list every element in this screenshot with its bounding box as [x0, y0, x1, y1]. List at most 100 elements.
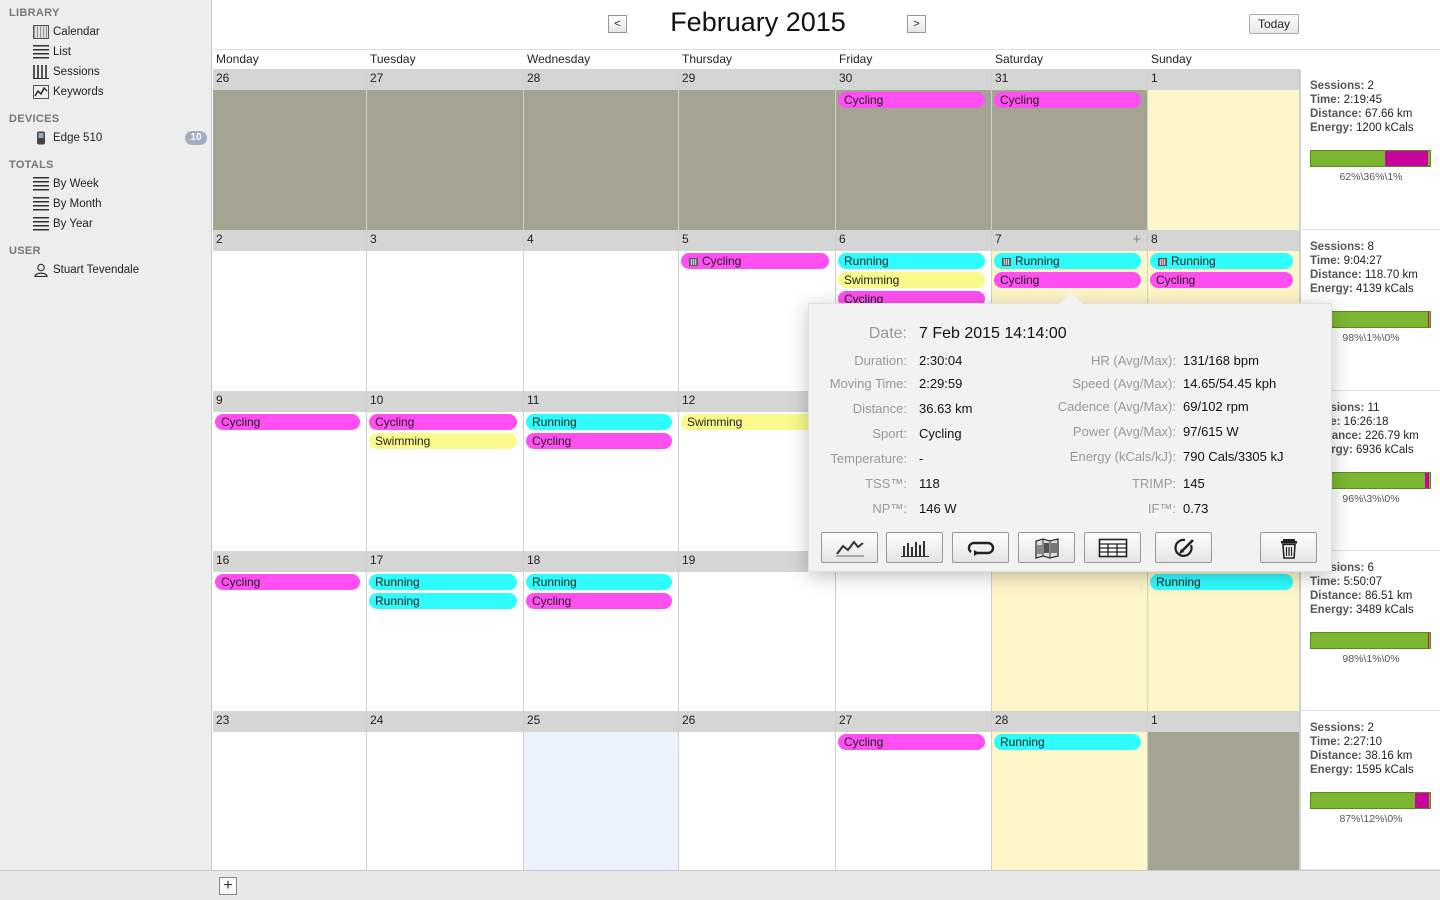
add-button[interactable]: + — [219, 877, 237, 895]
previous-month-button[interactable]: < — [608, 15, 627, 33]
day-cell[interactable]: 30 Cycling — [836, 69, 992, 230]
day-cell[interactable]: 10 Cycling Swimming — [367, 391, 524, 551]
session-pill-label: Cycling — [532, 594, 572, 608]
summary-distance-value: 118.70 km — [1364, 269, 1418, 281]
session-pill-running[interactable]: Running — [526, 574, 672, 590]
session-pill-cycling[interactable]: Cycling — [838, 92, 985, 108]
day-number: 1 — [1148, 69, 1299, 90]
session-pill-cycling[interactable]: Cycling — [215, 414, 360, 430]
sidebar-item-calendar[interactable]: Calendar — [33, 23, 100, 41]
sidebar-item-label: Sessions — [53, 66, 100, 78]
summary-time: Time: 2:19:45 — [1310, 94, 1382, 106]
day-cell[interactable]: 26 — [213, 69, 367, 230]
summary-time-value: 2:27:10 — [1343, 736, 1383, 748]
session-pill-running[interactable]: Running — [369, 574, 517, 590]
session-pill-swimming[interactable]: Swimming — [838, 272, 985, 288]
day-number: 1 — [1148, 711, 1299, 732]
day-cell[interactable]: 27 — [367, 69, 524, 230]
day-cell[interactable]: 9 Cycling — [213, 391, 367, 551]
session-pill-running[interactable]: Running — [994, 253, 1141, 269]
day-cell[interactable]: 25 — [524, 711, 679, 870]
sidebar-item-keywords[interactable]: Keywords — [33, 83, 104, 101]
session-pill-cycling[interactable]: Cycling — [369, 414, 517, 430]
trash-icon — [1280, 538, 1297, 559]
table-button[interactable] — [1084, 532, 1141, 563]
today-button[interactable]: Today — [1249, 14, 1299, 34]
summary-distance-value: 86.51 km — [1364, 590, 1413, 602]
day-cell[interactable]: 28 — [524, 69, 679, 230]
summary-sessions-label: Sessions: — [1310, 722, 1365, 734]
sidebar-item-user[interactable]: Stuart Tevendale — [33, 261, 139, 279]
summary-sessions: Sessions: 2 — [1310, 722, 1374, 734]
laps-button[interactable] — [952, 532, 1009, 563]
session-pill-running[interactable]: Running — [1150, 253, 1293, 269]
summary-distance: Distance: 118.70 km — [1310, 269, 1418, 281]
day-cell[interactable]: 29 — [679, 69, 836, 230]
session-pill-cycling[interactable]: Cycling — [526, 433, 672, 449]
sidebar-item-sessions[interactable]: Sessions — [33, 63, 100, 81]
session-pill-cycling[interactable]: Cycling — [994, 272, 1141, 288]
sidebar-item-list[interactable]: List — [33, 43, 71, 61]
session-pill-running[interactable]: Running — [369, 593, 517, 609]
day-number: 26 — [213, 69, 366, 90]
session-pill-cycling[interactable]: Cycling — [526, 593, 672, 609]
session-pill-swimming[interactable]: Swimming — [369, 433, 517, 449]
summary-time: Time: 5:50:07 — [1310, 576, 1382, 588]
popover-field-label: Sport: — [872, 426, 907, 441]
add-session-plus-icon[interactable]: + — [1132, 231, 1141, 248]
session-pill-cycling[interactable]: Cycling — [994, 92, 1141, 108]
day-cell[interactable]: 27 Cycling — [836, 711, 992, 870]
sidebar-item-edge-510[interactable]: Edge 510 — [33, 129, 102, 147]
summary-sessions-value: 2 — [1367, 80, 1374, 92]
day-cell[interactable]: 1 — [1148, 711, 1300, 870]
summary-energy: Energy: 3489 kCals — [1310, 604, 1414, 616]
day-cell[interactable]: 19 — [679, 551, 836, 711]
day-body — [367, 732, 523, 870]
map-button[interactable] — [1018, 532, 1075, 563]
bar-graph-button[interactable] — [886, 532, 943, 563]
line-graph-button[interactable] — [821, 532, 878, 563]
session-pill-running[interactable]: Running — [994, 734, 1141, 750]
day-cell[interactable]: 11 Running Cycling — [524, 391, 679, 551]
day-cell[interactable]: 1 — [1148, 69, 1300, 230]
day-cell[interactable]: 26 — [679, 711, 836, 870]
session-pill-label: Cycling — [844, 735, 884, 749]
session-pill-running[interactable]: Running — [838, 253, 985, 269]
sidebar-item-by-month[interactable]: By Month — [33, 195, 102, 213]
calendar-icon — [33, 25, 49, 39]
day-cell[interactable]: 2 — [213, 230, 367, 391]
day-cell[interactable]: 16 Cycling — [213, 551, 367, 711]
day-cell[interactable]: 23 — [213, 711, 367, 870]
session-pill-running[interactable]: Running — [526, 414, 672, 430]
summary-sessions-value: 11 — [1367, 402, 1380, 414]
day-cell[interactable]: 4 — [524, 230, 679, 391]
session-pill-running[interactable]: Running — [1150, 574, 1293, 590]
day-body — [836, 572, 991, 711]
day-body — [213, 572, 366, 711]
edit-button[interactable] — [1155, 532, 1212, 563]
calendar-icon — [1158, 258, 1167, 266]
day-cell[interactable]: 20 — [836, 551, 992, 711]
day-cell[interactable]: 18 Running Cycling — [524, 551, 679, 711]
sidebar-item-by-year[interactable]: By Year — [33, 215, 93, 233]
day-cell[interactable]: 28 Running — [992, 711, 1148, 870]
session-pill-swimming[interactable]: Swimming — [681, 414, 829, 430]
session-pill-cycling[interactable]: Cycling — [1150, 272, 1293, 288]
session-pill-cycling[interactable]: Cycling — [215, 574, 360, 590]
session-pill-cycling[interactable]: Cycling — [681, 253, 829, 269]
day-cell[interactable]: 17 Running Running — [367, 551, 524, 711]
delete-button[interactable] — [1260, 532, 1317, 563]
sport-distribution-percent: 62%\36%\1% — [1339, 171, 1403, 183]
sidebar-item-by-week[interactable]: By Week — [33, 175, 99, 193]
day-number: 16 — [213, 551, 366, 572]
session-pill-cycling[interactable]: Cycling — [838, 734, 985, 750]
next-month-button[interactable]: > — [907, 15, 926, 33]
day-cell[interactable]: 31 Cycling — [992, 69, 1148, 230]
day-cell[interactable]: 21 — [992, 551, 1148, 711]
week-summary: Sessions: 2 Time: 2:27:10 Distance: 38.16 … — [1301, 711, 1440, 870]
day-cell[interactable]: 22Running — [1148, 551, 1300, 711]
session-pill-label: Cycling — [1000, 273, 1040, 287]
summary-distance-label: Distance: — [1310, 108, 1362, 120]
day-cell[interactable]: 3 — [367, 230, 524, 391]
day-cell[interactable]: 24 — [367, 711, 524, 870]
